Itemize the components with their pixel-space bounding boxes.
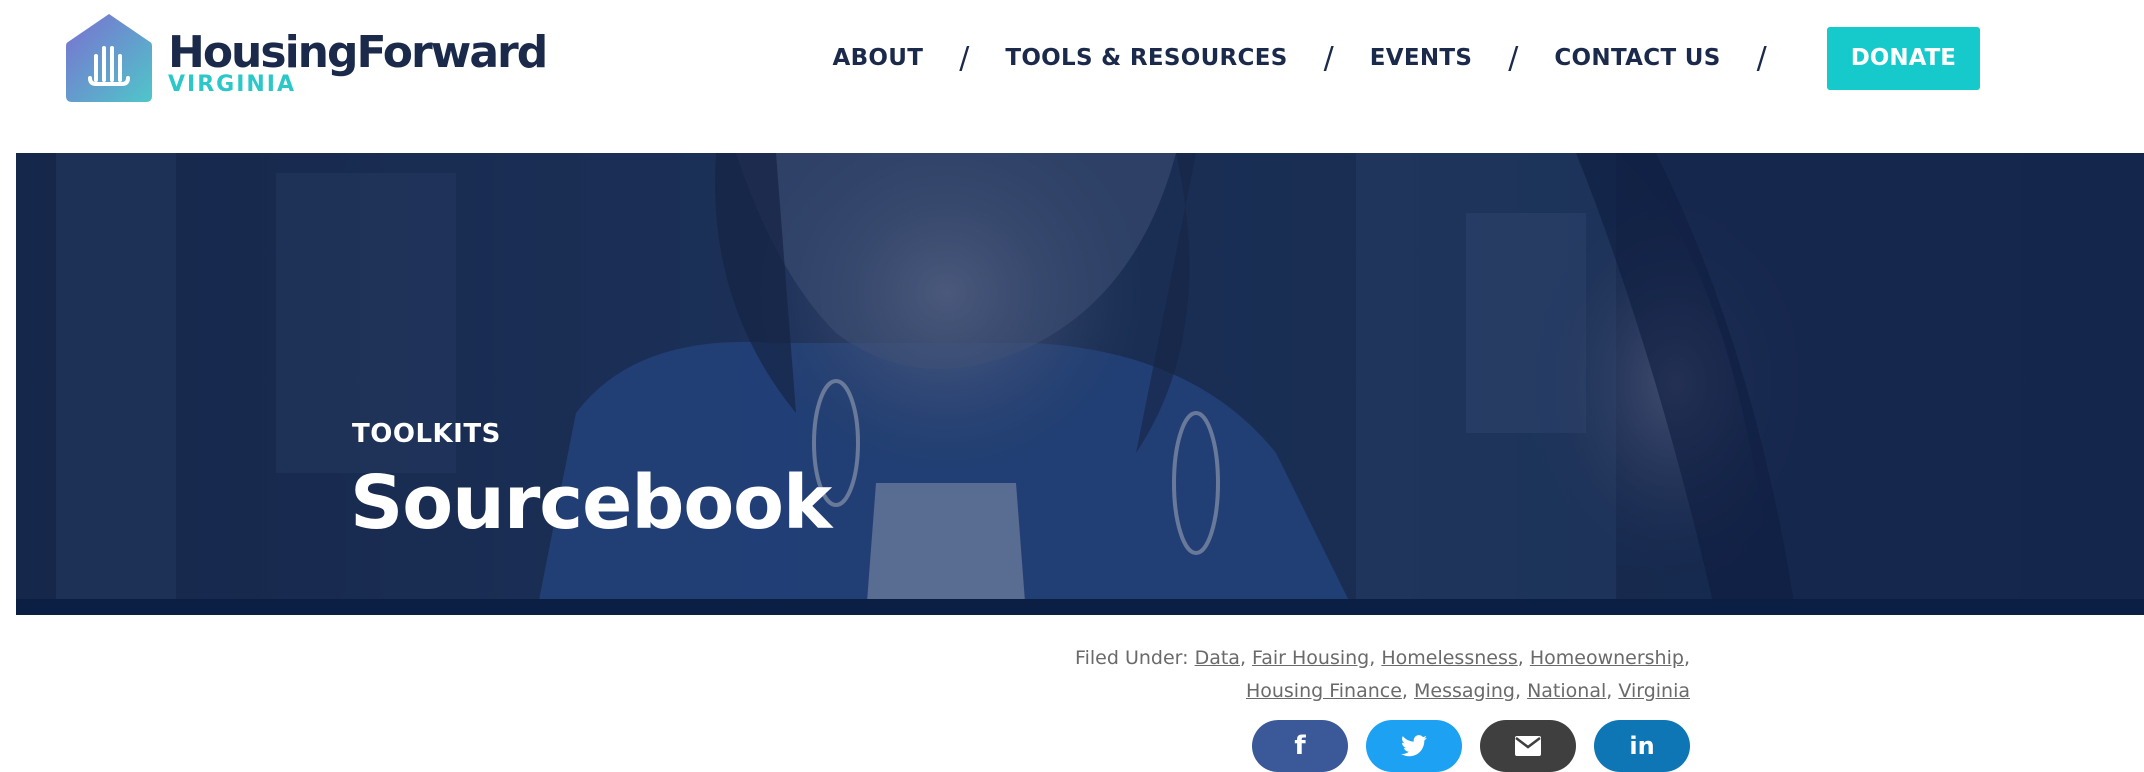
tag-link[interactable]: Homelessness xyxy=(1381,647,1517,669)
nav-events[interactable]: EVENTS xyxy=(1370,45,1473,71)
donate-button[interactable]: DONATE xyxy=(1826,26,1980,90)
page-title: Sourcebook xyxy=(350,460,832,546)
nav-about[interactable]: ABOUT xyxy=(832,45,923,71)
email-icon xyxy=(1515,736,1541,756)
tag-link[interactable]: Fair Housing xyxy=(1252,647,1369,669)
hero-banner: TOOLKITS Sourcebook xyxy=(16,153,2144,615)
nav-separator: / xyxy=(1508,40,1519,76)
linkedin-icon: in xyxy=(1629,732,1655,760)
tag-link[interactable]: Data xyxy=(1195,647,1240,669)
tag-link[interactable]: National xyxy=(1527,680,1606,702)
filed-under: Filed Under: Data, Fair Housing, Homeles… xyxy=(1075,647,1690,702)
nav-separator: / xyxy=(1756,40,1767,76)
nav-contact-us[interactable]: CONTACT US xyxy=(1554,45,1720,71)
share-linkedin-button[interactable]: in xyxy=(1594,720,1690,772)
hero-background-image xyxy=(16,153,2144,615)
share-email-button[interactable] xyxy=(1480,720,1576,772)
hero-bottom-bar xyxy=(16,599,2144,615)
logo-title: HousingForward xyxy=(168,27,548,78)
share-facebook-button[interactable]: f xyxy=(1252,720,1348,772)
twitter-icon xyxy=(1401,735,1427,757)
tag-link[interactable]: Homeownership xyxy=(1530,647,1684,669)
main-nav: ABOUT / TOOLS & RESOURCES / EVENTS / CON… xyxy=(832,26,1980,90)
nav-separator: / xyxy=(1323,40,1334,76)
tag-link[interactable]: Messaging xyxy=(1414,680,1515,702)
hero-category[interactable]: TOOLKITS xyxy=(352,419,501,449)
share-buttons: f in xyxy=(1252,720,1690,772)
house-logo-icon xyxy=(64,12,154,104)
tag-link[interactable]: Housing Finance xyxy=(1246,680,1402,702)
share-twitter-button[interactable] xyxy=(1366,720,1462,772)
nav-tools-resources[interactable]: TOOLS & RESOURCES xyxy=(1005,45,1287,71)
tag-link[interactable]: Virginia xyxy=(1618,680,1690,702)
nav-separator: / xyxy=(959,40,970,76)
facebook-icon: f xyxy=(1294,731,1306,761)
filed-under-label: Filed Under: xyxy=(1075,647,1189,669)
site-header: HousingForward VIRGINIA ABOUT / TOOLS & … xyxy=(0,0,2144,153)
site-logo[interactable]: HousingForward VIRGINIA xyxy=(64,12,548,104)
